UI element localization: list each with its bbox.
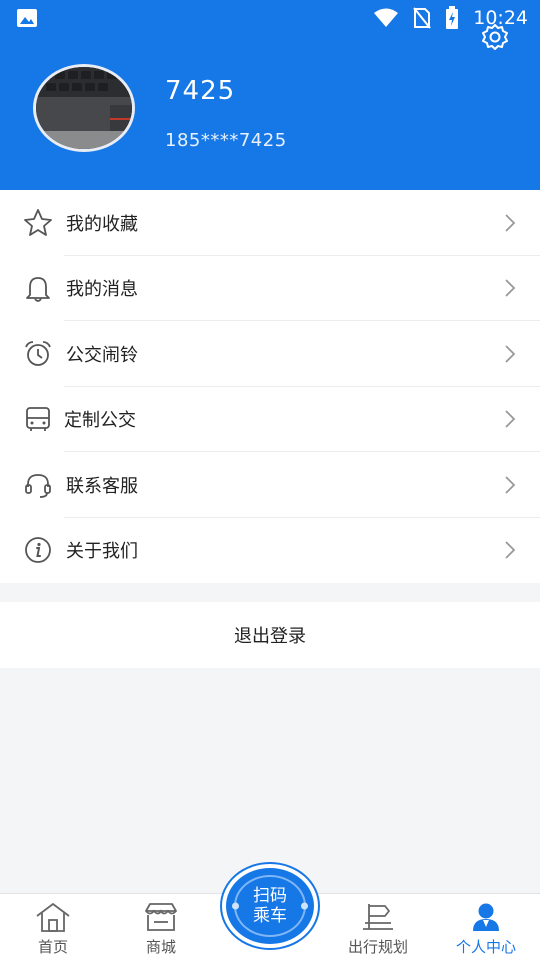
chevron-right-icon [505, 476, 516, 494]
avatar-photo [36, 67, 132, 149]
tab-label: 个人中心 [455, 938, 516, 956]
logout-button[interactable]: 退出登录 [0, 602, 540, 668]
home-icon [33, 900, 73, 934]
menu-item-label: 关于我们 [66, 541, 138, 563]
image-notification-icon [17, 9, 37, 27]
menu-item-messages[interactable]: 我的消息 [0, 256, 540, 322]
scan-ring: 扫码 乘车 [232, 875, 308, 937]
chevron-right-icon [505, 214, 516, 232]
menu-item-label: 我的收藏 [66, 213, 138, 235]
no-sim-icon [413, 7, 432, 29]
menu-item-custom-bus[interactable]: 定制公交 [0, 387, 540, 453]
wifi-icon [374, 8, 399, 27]
star-icon [22, 207, 54, 239]
menu-item-label: 联系客服 [66, 475, 138, 497]
avatar[interactable] [33, 64, 135, 152]
tab-route-planning[interactable]: 出行规划 [336, 894, 420, 960]
settings-gear-icon[interactable] [480, 22, 510, 52]
chevron-right-icon [505, 541, 516, 559]
scan-label-line2: 乘车 [253, 906, 287, 926]
username: 7425 [165, 76, 236, 106]
alarm-clock-icon [22, 338, 54, 370]
route-signpost-icon [358, 900, 398, 934]
info-icon [22, 534, 54, 566]
profile-header: 10:24 7425 185****7425 [0, 0, 540, 190]
tab-label: 出行规划 [347, 938, 408, 956]
headset-icon [22, 469, 54, 501]
bell-icon [22, 272, 54, 304]
chevron-right-icon [505, 410, 516, 428]
tab-personal-center[interactable]: 个人中心 [446, 894, 526, 960]
storefront-icon [141, 900, 181, 934]
menu-item-label: 我的消息 [66, 279, 138, 301]
menu-item-label: 定制公交 [64, 410, 136, 432]
tab-label: 首页 [37, 938, 68, 956]
chevron-right-icon [505, 345, 516, 363]
tab-mall[interactable]: 商城 [132, 894, 190, 960]
profile-menu: 我的收藏 我的消息 公交闹铃 定制公交 联系客服 关于我们 [0, 190, 540, 583]
phone-number: 185****7425 [165, 130, 287, 151]
status-bar: 10:24 [0, 0, 540, 36]
scan-label-line1: 扫码 [253, 886, 287, 906]
scan-to-ride-button[interactable]: 扫码 乘车 [222, 864, 318, 948]
menu-item-favorites[interactable]: 我的收藏 [0, 190, 540, 256]
tab-home[interactable]: 首页 [24, 894, 82, 960]
user-icon [466, 900, 506, 934]
ring-dot [301, 902, 308, 910]
chevron-right-icon [505, 279, 516, 297]
battery-charging-icon [446, 6, 459, 29]
menu-item-label: 公交闹铃 [66, 344, 138, 366]
menu-item-bus-alarm[interactable]: 公交闹铃 [0, 321, 540, 387]
ring-dot [232, 902, 239, 910]
bus-icon [22, 403, 54, 435]
menu-item-customer-service[interactable]: 联系客服 [0, 452, 540, 518]
tab-label: 商城 [145, 938, 176, 956]
menu-item-about-us[interactable]: 关于我们 [0, 518, 540, 584]
